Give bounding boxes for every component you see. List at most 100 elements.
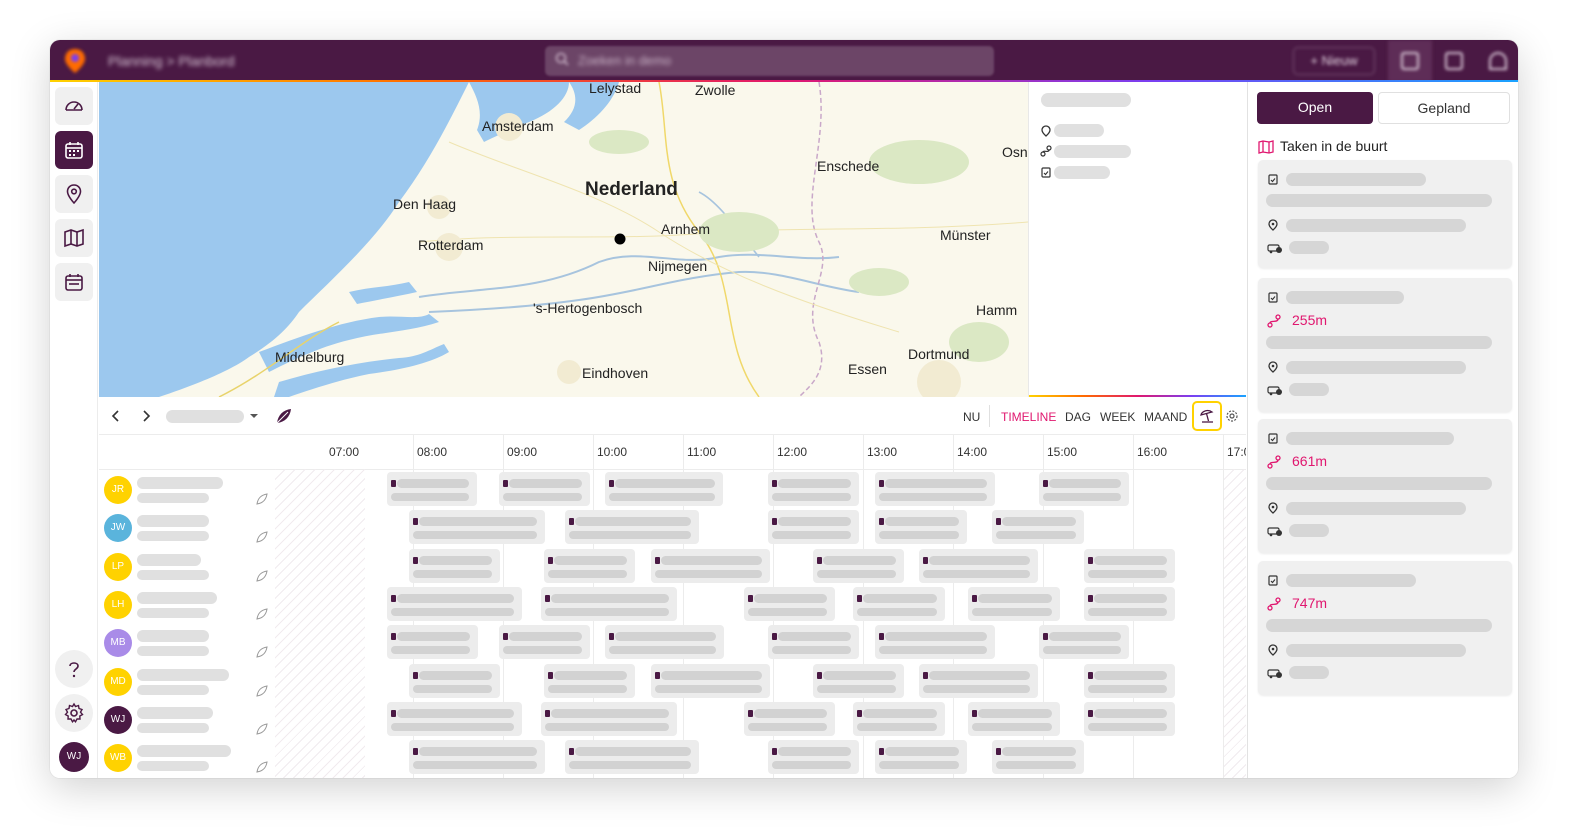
tab-week[interactable]: WEEK — [1100, 410, 1135, 424]
leaf-icon[interactable] — [256, 493, 268, 505]
rail-map[interactable] — [55, 219, 93, 257]
task-block[interactable] — [409, 548, 500, 583]
rail-dashboard[interactable] — [55, 87, 93, 125]
tab-timeline[interactable]: TIMELINE — [1001, 410, 1056, 424]
task-block[interactable] — [409, 663, 500, 698]
task-block[interactable] — [968, 701, 1060, 736]
task-title-placeholder — [778, 479, 851, 488]
task-type-icon — [413, 671, 418, 679]
panel-view-button[interactable] — [1432, 40, 1476, 82]
leaf-icon[interactable] — [256, 723, 268, 735]
leaf-icon[interactable] — [275, 407, 293, 425]
nearby-task-card[interactable]: 747m — [1258, 561, 1512, 695]
task-block[interactable] — [768, 510, 859, 545]
task-block[interactable] — [409, 510, 545, 545]
leaf-icon[interactable] — [256, 531, 268, 543]
user-button[interactable]: WJ — [55, 738, 93, 776]
resource-avatar[interactable]: JR — [104, 476, 132, 504]
rail-calendar[interactable] — [55, 131, 93, 169]
task-block[interactable] — [853, 701, 945, 736]
leaf-icon[interactable] — [256, 761, 268, 773]
task-title-placeholder — [551, 708, 669, 718]
task-block[interactable] — [1084, 586, 1175, 621]
rail-locations[interactable] — [55, 175, 93, 213]
task-block[interactable] — [992, 510, 1084, 545]
task-block[interactable] — [1084, 701, 1175, 736]
task-block[interactable] — [541, 701, 677, 736]
task-block[interactable] — [387, 625, 478, 660]
nearby-task-card[interactable] — [1258, 160, 1512, 268]
task-block[interactable] — [387, 586, 522, 621]
resource-avatar[interactable]: WJ — [104, 705, 132, 734]
leaf-icon[interactable] — [256, 608, 268, 620]
task-block[interactable] — [919, 663, 1038, 698]
task-block[interactable] — [813, 663, 904, 698]
task-block[interactable] — [651, 663, 770, 698]
task-block[interactable] — [499, 625, 590, 660]
chevron-right-icon[interactable] — [141, 410, 151, 422]
task-block[interactable] — [565, 740, 699, 775]
settings-button[interactable] — [55, 694, 93, 732]
task-block[interactable] — [875, 472, 995, 506]
task-block[interactable] — [605, 472, 723, 506]
chevron-left-icon[interactable] — [111, 410, 121, 422]
resource-avatar[interactable]: JW — [104, 514, 132, 543]
task-block[interactable] — [992, 740, 1084, 775]
nu-button[interactable]: NU — [963, 410, 980, 424]
task-block[interactable] — [1039, 472, 1129, 506]
task-block[interactable] — [813, 548, 904, 583]
task-block[interactable] — [919, 548, 1038, 583]
task-block[interactable] — [544, 663, 635, 698]
task-block[interactable] — [768, 740, 859, 775]
holiday-button[interactable] — [1476, 40, 1518, 82]
task-block[interactable] — [544, 548, 635, 583]
leaf-icon[interactable] — [256, 646, 268, 658]
tab-open[interactable]: Open — [1257, 92, 1373, 124]
tab-dag[interactable]: DAG — [1065, 410, 1091, 424]
task-block[interactable] — [387, 472, 477, 506]
leaf-icon[interactable] — [256, 569, 268, 582]
task-block[interactable] — [651, 548, 770, 583]
task-block[interactable] — [744, 701, 835, 736]
task-block[interactable] — [875, 510, 967, 545]
task-block[interactable] — [875, 740, 967, 775]
help-button[interactable] — [55, 650, 93, 688]
task-block[interactable] — [1084, 548, 1175, 583]
task-block[interactable] — [744, 586, 835, 621]
resource-avatar[interactable]: LP — [104, 552, 132, 581]
task-block[interactable] — [499, 472, 590, 506]
map-view[interactable]: Lelystad Zwolle Amsterdam Enschede Osna … — [99, 82, 1028, 397]
task-block[interactable] — [768, 625, 859, 660]
task-block[interactable] — [968, 586, 1060, 621]
date-select[interactable] — [166, 410, 244, 423]
card-address-placeholder — [1286, 361, 1466, 374]
task-block[interactable] — [541, 586, 677, 621]
resource-avatar[interactable]: MB — [104, 629, 132, 658]
nearby-task-card[interactable]: 255m — [1258, 278, 1512, 412]
rail-schedule[interactable] — [55, 263, 93, 301]
task-block[interactable] — [409, 740, 545, 775]
task-block[interactable] — [1039, 625, 1129, 660]
task-block[interactable] — [875, 625, 995, 660]
breadcrumb[interactable]: Planning > Planbord — [108, 53, 235, 69]
task-block[interactable] — [605, 625, 724, 660]
task-block[interactable] — [565, 510, 699, 545]
task-block[interactable] — [1084, 663, 1175, 698]
task-block[interactable] — [853, 586, 945, 621]
tab-maand[interactable]: MAAND — [1144, 410, 1187, 424]
leaf-icon[interactable] — [256, 684, 268, 697]
gear-icon[interactable] — [1225, 409, 1239, 423]
app-logo-icon[interactable] — [64, 48, 86, 74]
holiday-toggle[interactable] — [1192, 401, 1222, 431]
new-button[interactable]: + Nieuw — [1293, 47, 1375, 75]
chevron-down-icon[interactable] — [249, 413, 259, 419]
task-block[interactable] — [387, 701, 522, 736]
resource-avatar[interactable]: LH — [104, 590, 132, 619]
grid-view-button[interactable] — [1388, 40, 1432, 82]
nearby-task-card[interactable]: 661m — [1258, 419, 1512, 553]
tab-gepland[interactable]: Gepland — [1378, 92, 1510, 124]
resource-avatar[interactable]: MD — [104, 667, 132, 696]
task-block[interactable] — [768, 472, 859, 506]
timeline-grid[interactable]: 07:00 08:00 09:00 10:00 11:00 12:00 13:00 14:00… — [99, 435, 1246, 778]
resource-avatar[interactable]: WB — [104, 744, 132, 773]
